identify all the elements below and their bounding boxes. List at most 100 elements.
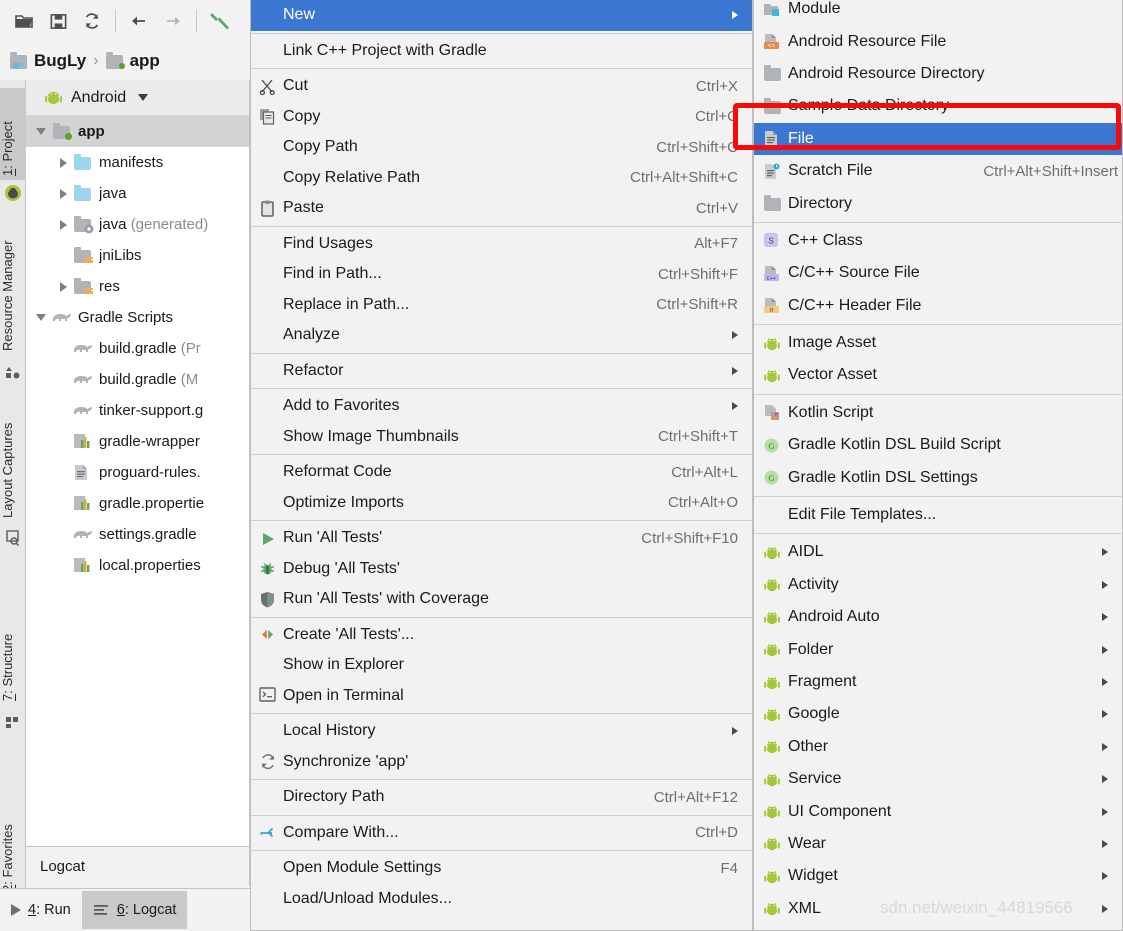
menu-item-folder[interactable]: Folder (754, 633, 1122, 665)
menu-item-aidl[interactable]: AIDL (754, 536, 1122, 568)
menu-item-activity[interactable]: Activity (754, 569, 1122, 601)
sidebar-item-favorites[interactable]: 2: Favorites (0, 786, 26, 896)
sidebar-item-project[interactable]: 1: Project (0, 88, 26, 180)
menu-item-label: Vector Asset (788, 366, 877, 384)
menu-item-service[interactable]: Service (754, 763, 1122, 795)
menu-item-create-all-tests[interactable]: Create 'All Tests'... (251, 620, 752, 651)
menu-item-new[interactable]: New (251, 0, 752, 31)
tree-node[interactable]: java (generated) (26, 209, 249, 240)
sidebar-item-layout-captures[interactable]: Layout Captures (0, 390, 26, 522)
menu-item-show-in-explorer[interactable]: Show in Explorer (251, 650, 752, 681)
menu-item-android-auto[interactable]: Android Auto (754, 601, 1122, 633)
tree-node[interactable]: build.gradle (M (26, 364, 249, 395)
menu-item-edit-file-templates[interactable]: Edit File Templates... (754, 499, 1122, 531)
open-project-icon[interactable] (8, 6, 40, 36)
menu-item-find-in-path[interactable]: Find in Path... Ctrl+Shift+F (251, 259, 752, 290)
menu-item-debug-all-tests[interactable]: Debug 'All Tests' (251, 554, 752, 585)
menu-item-directory-path[interactable]: Directory Path Ctrl+Alt+F12 (251, 782, 752, 813)
menu-item-other[interactable]: Other (754, 731, 1122, 763)
menu-item-show-image-thumbnails[interactable]: Show Image Thumbnails Ctrl+Shift+T (251, 422, 752, 453)
tree-node[interactable]: jniLibs (26, 240, 249, 271)
menu-item-copy-relative-path[interactable]: Copy Relative Path Ctrl+Alt+Shift+C (251, 163, 752, 194)
menu-item-c-class[interactable]: S C++ Class (754, 225, 1122, 257)
statusbar-item-logcat[interactable]: 6: Logcat (81, 891, 188, 929)
menu-item-c-c-header-file[interactable]: H C/C++ Header File (754, 290, 1122, 322)
menu-item-run-all-tests[interactable]: Run 'All Tests' Ctrl+Shift+F10 (251, 523, 752, 554)
menu-item-image-asset[interactable]: Image Asset (754, 327, 1122, 359)
menu-item-reformat-code[interactable]: Reformat Code Ctrl+Alt+L (251, 457, 752, 488)
tree-node[interactable]: build.gradle (Pr (26, 333, 249, 364)
expand-arrow-icon[interactable] (36, 314, 46, 321)
menu-item-kotlin-script[interactable]: Kotlin Script (754, 397, 1122, 429)
logcat-lines-icon (93, 905, 108, 915)
tree-node[interactable]: res (26, 271, 249, 302)
breadcrumb-module-label[interactable]: app (130, 51, 160, 71)
menu-item-synchronize-app[interactable]: Synchronize 'app' (251, 747, 752, 778)
statusbar-item-run[interactable]: 4: Run (0, 891, 82, 929)
menu-item-android-resource-file[interactable]: <> Android Resource File (754, 25, 1122, 57)
menu-item-gradle-kotlin-dsl-build-script[interactable]: G Gradle Kotlin DSL Build Script (754, 429, 1122, 461)
menu-item-run-all-tests-with-coverage[interactable]: Run 'All Tests' with Coverage (251, 584, 752, 615)
tree-node[interactable]: settings.gradle (26, 519, 249, 550)
menu-item-scratch-file[interactable]: Scratch File Ctrl+Alt+Shift+Insert (754, 155, 1122, 187)
tree-node[interactable]: local.properties (26, 550, 249, 581)
collapse-arrow-icon[interactable] (60, 157, 67, 168)
back-arrow-icon[interactable] (123, 6, 155, 36)
menu-item-refactor[interactable]: Refactor (251, 356, 752, 387)
tree-node[interactable]: java (26, 178, 249, 209)
expand-arrow-icon[interactable] (36, 128, 46, 135)
breadcrumb-project-label[interactable]: BugLy (34, 51, 86, 71)
menu-item-google[interactable]: Google (754, 698, 1122, 730)
menu-item-optimize-imports[interactable]: Optimize Imports Ctrl+Alt+O (251, 488, 752, 519)
sidebar-item-resource-manager[interactable]: Resource Manager (0, 210, 26, 355)
menu-item-analyze[interactable]: Analyze (251, 320, 752, 351)
tree-node[interactable]: manifests (26, 147, 249, 178)
menu-item-open-module-settings[interactable]: Open Module Settings F4 (251, 853, 752, 884)
menu-item-load-unload-modules[interactable]: Load/Unload Modules... (251, 884, 752, 915)
menu-item-ui-component[interactable]: UI Component (754, 795, 1122, 827)
menu-item-label: Add to Favorites (283, 397, 400, 415)
tree-node-label: Gradle Scripts (78, 309, 174, 326)
menu-item-file[interactable]: File (754, 122, 1122, 155)
menu-item-android-resource-directory[interactable]: Android Resource Directory (754, 58, 1122, 90)
save-all-icon[interactable] (42, 6, 74, 36)
menu-item-cut[interactable]: Cut Ctrl+X (251, 71, 752, 102)
tree-node[interactable]: gradle-wrapper (26, 426, 249, 457)
menu-item-link-c-project-with-gradle[interactable]: Link C++ Project with Gradle (251, 36, 752, 67)
menu-item-copy[interactable]: Copy Ctrl+C (251, 102, 752, 133)
sync-icon[interactable] (76, 6, 108, 36)
menu-item-wear[interactable]: Wear (754, 828, 1122, 860)
menu-item-local-history[interactable]: Local History (251, 716, 752, 747)
menu-item-module[interactable]: Module (754, 0, 1122, 25)
tree-node[interactable]: proguard-rules. (26, 457, 249, 488)
menu-item-find-usages[interactable]: Find Usages Alt+F7 (251, 229, 752, 260)
tree-node[interactable]: Gradle Scripts (26, 302, 249, 333)
sidebar-label-favorites: : Favorites (0, 824, 15, 885)
menu-item-fragment[interactable]: Fragment (754, 666, 1122, 698)
menu-item-vector-asset[interactable]: Vector Asset (754, 359, 1122, 391)
collapse-arrow-icon[interactable] (60, 281, 67, 292)
menu-item-c-c-source-file[interactable]: C++ C/C++ Source File (754, 257, 1122, 289)
chevron-down-icon[interactable] (138, 94, 149, 101)
tree-node[interactable]: app (26, 116, 249, 147)
menu-item-open-in-terminal[interactable]: Open in Terminal (251, 681, 752, 712)
menu-item-paste[interactable]: Paste Ctrl+V (251, 193, 752, 224)
menu-item-widget[interactable]: Widget (754, 860, 1122, 892)
forward-arrow-icon[interactable] (157, 6, 189, 36)
menu-item-replace-in-path[interactable]: Replace in Path... Ctrl+Shift+R (251, 290, 752, 321)
tree-node[interactable]: gradle.propertie (26, 488, 249, 519)
tree-node[interactable]: tinker-support.g (26, 395, 249, 426)
menu-item-compare-with[interactable]: Compare With... Ctrl+D (251, 818, 752, 849)
menu-item-label: Fragment (788, 673, 857, 690)
project-view-selector[interactable]: Android (26, 80, 249, 116)
menu-item-copy-path[interactable]: Copy Path Ctrl+Shift+C (251, 132, 752, 163)
collapse-arrow-icon[interactable] (60, 219, 67, 230)
collapse-arrow-icon[interactable] (60, 188, 67, 199)
menu-item-resource-bundle[interactable]: Resource Bundle (754, 925, 1122, 931)
sidebar-item-structure[interactable]: 7: Structure (0, 600, 26, 705)
menu-item-add-to-favorites[interactable]: Add to Favorites (251, 391, 752, 422)
menu-item-sample-data-directory[interactable]: Sample Data Directory (754, 90, 1122, 122)
build-hammer-icon[interactable] (204, 6, 236, 36)
menu-item-directory[interactable]: Directory (754, 187, 1122, 219)
menu-item-gradle-kotlin-dsl-settings[interactable]: G Gradle Kotlin DSL Settings (754, 461, 1122, 493)
